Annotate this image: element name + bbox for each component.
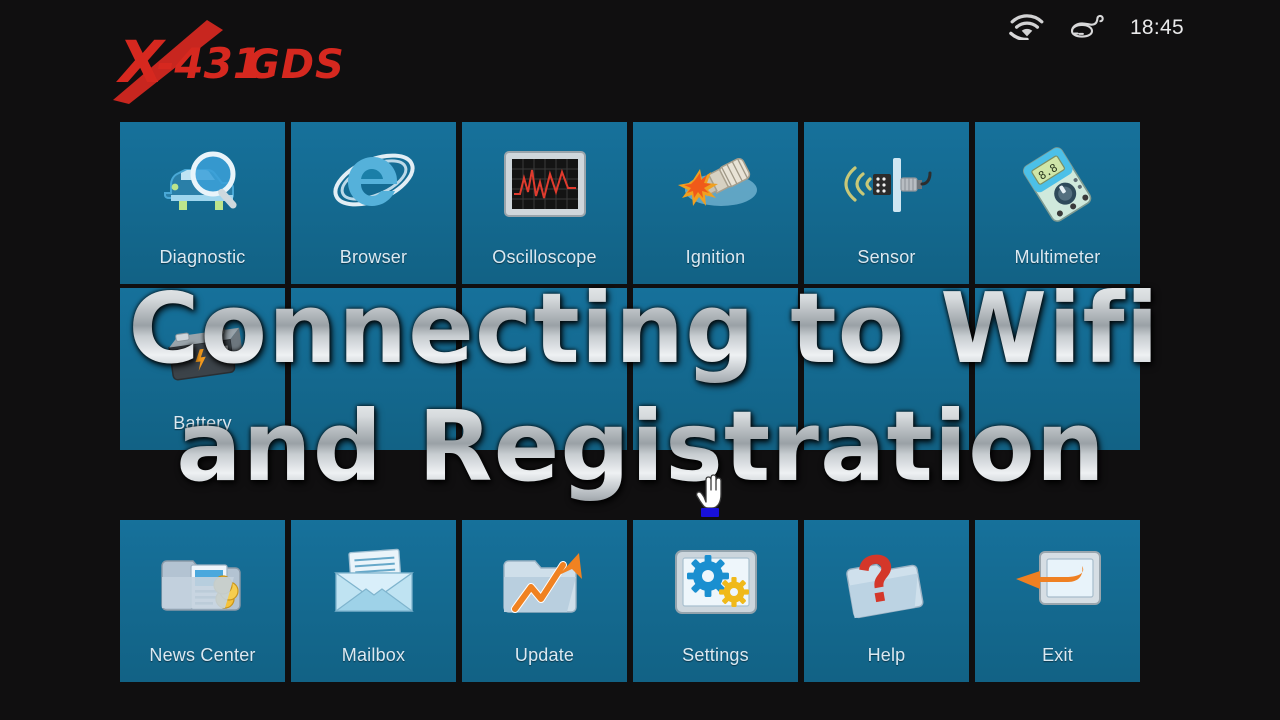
tile-label: Browser — [339, 247, 408, 267]
tile-browser[interactable]: Browser — [291, 122, 456, 284]
tile-label: Oscilloscope — [492, 247, 597, 267]
tile-exit[interactable]: Exit — [975, 520, 1140, 682]
tile-row-2: Battery — [120, 288, 1141, 450]
exit-arrow-monitor-icon — [1010, 542, 1106, 622]
hidden-icon — [1010, 310, 1106, 390]
tile-label: News Center — [149, 645, 256, 665]
tile-row2-6[interactable] — [975, 288, 1140, 450]
spark-plug-icon — [668, 144, 764, 224]
battery-icon — [155, 310, 251, 390]
tile-diagnostic[interactable]: Diagnostic — [120, 122, 285, 284]
update-folder-arrow-icon — [497, 542, 593, 622]
tile-label: Multimeter — [1014, 247, 1101, 267]
waveform-screen-icon — [497, 144, 593, 224]
tile-row2-4[interactable] — [633, 288, 798, 450]
tile-label: Mailbox — [341, 645, 406, 665]
tile-label: Update — [514, 645, 575, 665]
tile-oscilloscope[interactable]: Oscilloscope — [462, 122, 627, 284]
tile-sensor[interactable]: Sensor — [804, 122, 969, 284]
multimeter-icon: 8.8 — [1010, 144, 1106, 224]
hidden-icon — [668, 310, 764, 390]
hidden-icon — [839, 310, 935, 390]
monitor-gears-icon — [668, 542, 764, 622]
sensor-probe-icon — [839, 144, 935, 224]
svg-text:GDS: GDS — [247, 42, 345, 88]
mouse-icon[interactable] — [1068, 12, 1108, 45]
tile-row2-5[interactable] — [804, 288, 969, 450]
wifi-icon[interactable] — [1008, 12, 1046, 45]
envelope-icon — [326, 542, 422, 622]
tile-mailbox[interactable]: Mailbox — [291, 520, 456, 682]
tile-row-3: News Center Mailbox Update Settings Help… — [120, 520, 1141, 682]
help-folder-question-icon — [839, 542, 935, 622]
internet-explorer-icon — [326, 144, 422, 224]
hidden-icon — [326, 310, 422, 390]
x431-gds-logo: X -431 GDS — [95, 12, 365, 104]
tile-label: Help — [867, 645, 906, 665]
x431-gds-home-screen: 18:45 X -431 GDS Diagnostic Browser Osci… — [0, 0, 1280, 720]
tile-label: Ignition — [685, 247, 746, 267]
app-tile-grid: Diagnostic Browser Oscilloscope Ignition… — [120, 122, 1141, 682]
tile-label: Sensor — [857, 247, 916, 267]
tile-label: Settings — [682, 645, 749, 665]
tile-ignition[interactable]: Ignition — [633, 122, 798, 284]
hidden-icon — [497, 310, 593, 390]
tile-label: Diagnostic — [159, 247, 246, 267]
tile-row-1: Diagnostic Browser Oscilloscope Ignition… — [120, 122, 1141, 284]
car-magnifier-icon — [155, 144, 251, 224]
tile-label: Battery — [173, 413, 232, 433]
tile-news-center[interactable]: News Center — [120, 520, 285, 682]
tile-row2-2[interactable] — [291, 288, 456, 450]
news-folder-icon — [155, 542, 251, 622]
tile-help[interactable]: Help — [804, 520, 969, 682]
tile-settings[interactable]: Settings — [633, 520, 798, 682]
tile-row2-3[interactable] — [462, 288, 627, 450]
tile-update[interactable]: Update — [462, 520, 627, 682]
tile-battery[interactable]: Battery — [120, 288, 285, 450]
tile-label: Exit — [1042, 645, 1073, 665]
tile-multimeter[interactable]: 8.8 Multimeter — [975, 122, 1140, 284]
clock-time: 18:45 — [1129, 16, 1184, 39]
